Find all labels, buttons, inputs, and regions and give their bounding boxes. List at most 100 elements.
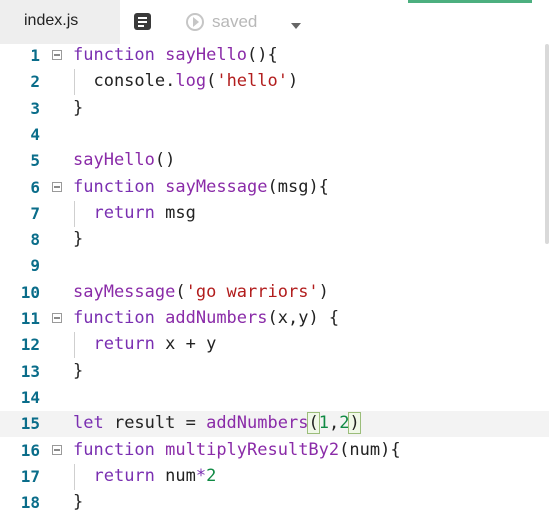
code-line[interactable]: 6 function sayMessage(msg){ xyxy=(0,175,549,201)
fold-icon[interactable] xyxy=(52,444,62,455)
code-token: let xyxy=(73,413,104,434)
code-token: addNumbers xyxy=(165,308,268,328)
code-token: ) xyxy=(287,71,299,92)
code-text: function addNumbers(x,y) { xyxy=(73,308,339,328)
code-text: } xyxy=(73,492,83,512)
code-token: function xyxy=(73,439,155,460)
code-text: sayHello() xyxy=(73,150,175,170)
fold-icon[interactable] xyxy=(52,313,62,323)
line-number: 14 xyxy=(20,387,40,407)
code-token: } xyxy=(73,229,84,250)
code-token: } xyxy=(73,360,84,381)
code-token: x + y xyxy=(154,334,217,355)
code-text: function sayHello(){ xyxy=(73,45,278,65)
code-token: 'go warriors' xyxy=(185,281,319,302)
code-editor[interactable]: 1 function sayHello(){2 console.log('hell… xyxy=(0,44,549,520)
accent-bar xyxy=(408,0,532,3)
code-line[interactable]: 11 function addNumbers(x,y) { xyxy=(0,306,549,332)
line-number: 17 xyxy=(20,466,40,486)
code-line[interactable]: 15 let result = addNumbers(1,2) xyxy=(0,411,549,438)
line-number: 13 xyxy=(20,361,40,381)
code-token: 2 xyxy=(339,413,350,434)
code-token: 1 xyxy=(318,413,329,434)
code-token: function xyxy=(73,176,155,197)
line-number: 10 xyxy=(20,282,40,302)
code-token: num xyxy=(154,465,196,486)
code-token: ) xyxy=(348,412,361,435)
line-number: 4 xyxy=(30,124,40,144)
code-token: (x,y) { xyxy=(267,308,340,328)
code-token: (msg){ xyxy=(267,176,329,197)
code-token: () xyxy=(154,150,176,171)
code-line[interactable]: 12 return x + y xyxy=(0,332,549,359)
line-number: 5 xyxy=(30,151,40,171)
line-number: 16 xyxy=(20,440,40,460)
code-line[interactable]: 13} xyxy=(0,359,549,385)
code-token: function xyxy=(73,308,155,328)
code-token: (){ xyxy=(247,45,278,65)
tab-index-js[interactable]: index.js xyxy=(0,0,120,44)
line-number: 11 xyxy=(20,309,40,328)
code-line[interactable]: 9 xyxy=(0,253,549,279)
code-line[interactable]: 8} xyxy=(0,227,549,253)
line-number: 1 xyxy=(30,46,40,65)
saved-label: saved xyxy=(212,12,258,31)
code-token: msg xyxy=(154,202,196,223)
code-line[interactable]: 14 xyxy=(0,385,549,411)
code-line[interactable]: 16 function multiplyResultBy2(num){ xyxy=(0,438,549,464)
code-token: function xyxy=(73,45,155,65)
code-text: function multiplyResultBy2(num){ xyxy=(73,440,401,460)
code-token: , xyxy=(328,413,340,434)
code-text: let result = addNumbers(1,2) xyxy=(73,412,361,435)
code-token: return xyxy=(93,202,155,223)
code-text: return x + y xyxy=(73,334,216,354)
code-line[interactable]: 1 function sayHello(){ xyxy=(0,43,549,69)
code-token: ) xyxy=(318,281,329,302)
scrollbar[interactable] xyxy=(545,44,549,244)
code-text: sayMessage('go warriors') xyxy=(73,282,329,302)
code-token: sayHello xyxy=(73,150,155,171)
code-token: * xyxy=(195,465,207,486)
history-icon xyxy=(186,13,204,31)
editor-tab-bar: index.js saved xyxy=(0,0,549,44)
code-token: } xyxy=(73,97,84,118)
format-icon[interactable] xyxy=(134,13,151,30)
code-line[interactable]: 18} xyxy=(0,490,549,516)
fold-icon[interactable] xyxy=(52,50,62,60)
line-number: 9 xyxy=(30,256,40,276)
code-token: sayMessage xyxy=(73,281,176,302)
code-token: } xyxy=(73,492,84,513)
line-number: 18 xyxy=(20,493,40,513)
code-token: console. xyxy=(73,71,176,92)
code-token: ( xyxy=(206,71,217,92)
line-number: 15 xyxy=(20,414,40,434)
chevron-down-icon[interactable] xyxy=(291,23,301,29)
code-line[interactable]: 2 console.log('hello') xyxy=(0,69,549,96)
line-number: 12 xyxy=(20,335,40,355)
code-token: multiplyResultBy2 xyxy=(165,439,340,460)
code-line[interactable]: 5 sayHello() xyxy=(0,148,549,174)
code-line[interactable]: 7 return msg xyxy=(0,200,549,227)
code-token: addNumbers xyxy=(206,413,309,434)
fold-icon[interactable] xyxy=(52,181,62,192)
line-number: 2 xyxy=(30,72,40,92)
code-line[interactable]: 17 return num*2 xyxy=(0,463,549,490)
line-number: 3 xyxy=(30,98,40,118)
code-line[interactable]: 4 xyxy=(0,122,549,148)
code-line[interactable]: 10 sayMessage('go warriors') xyxy=(0,280,549,306)
code-token: sayMessage xyxy=(165,176,268,197)
code-line[interactable]: 3} xyxy=(0,96,549,122)
code-token: 2 xyxy=(206,465,217,486)
code-token: 'hello' xyxy=(216,71,288,92)
code-token: ( xyxy=(307,412,320,435)
code-token: (num){ xyxy=(339,439,401,460)
code-token: return xyxy=(93,465,155,486)
code-text: } xyxy=(73,361,83,381)
